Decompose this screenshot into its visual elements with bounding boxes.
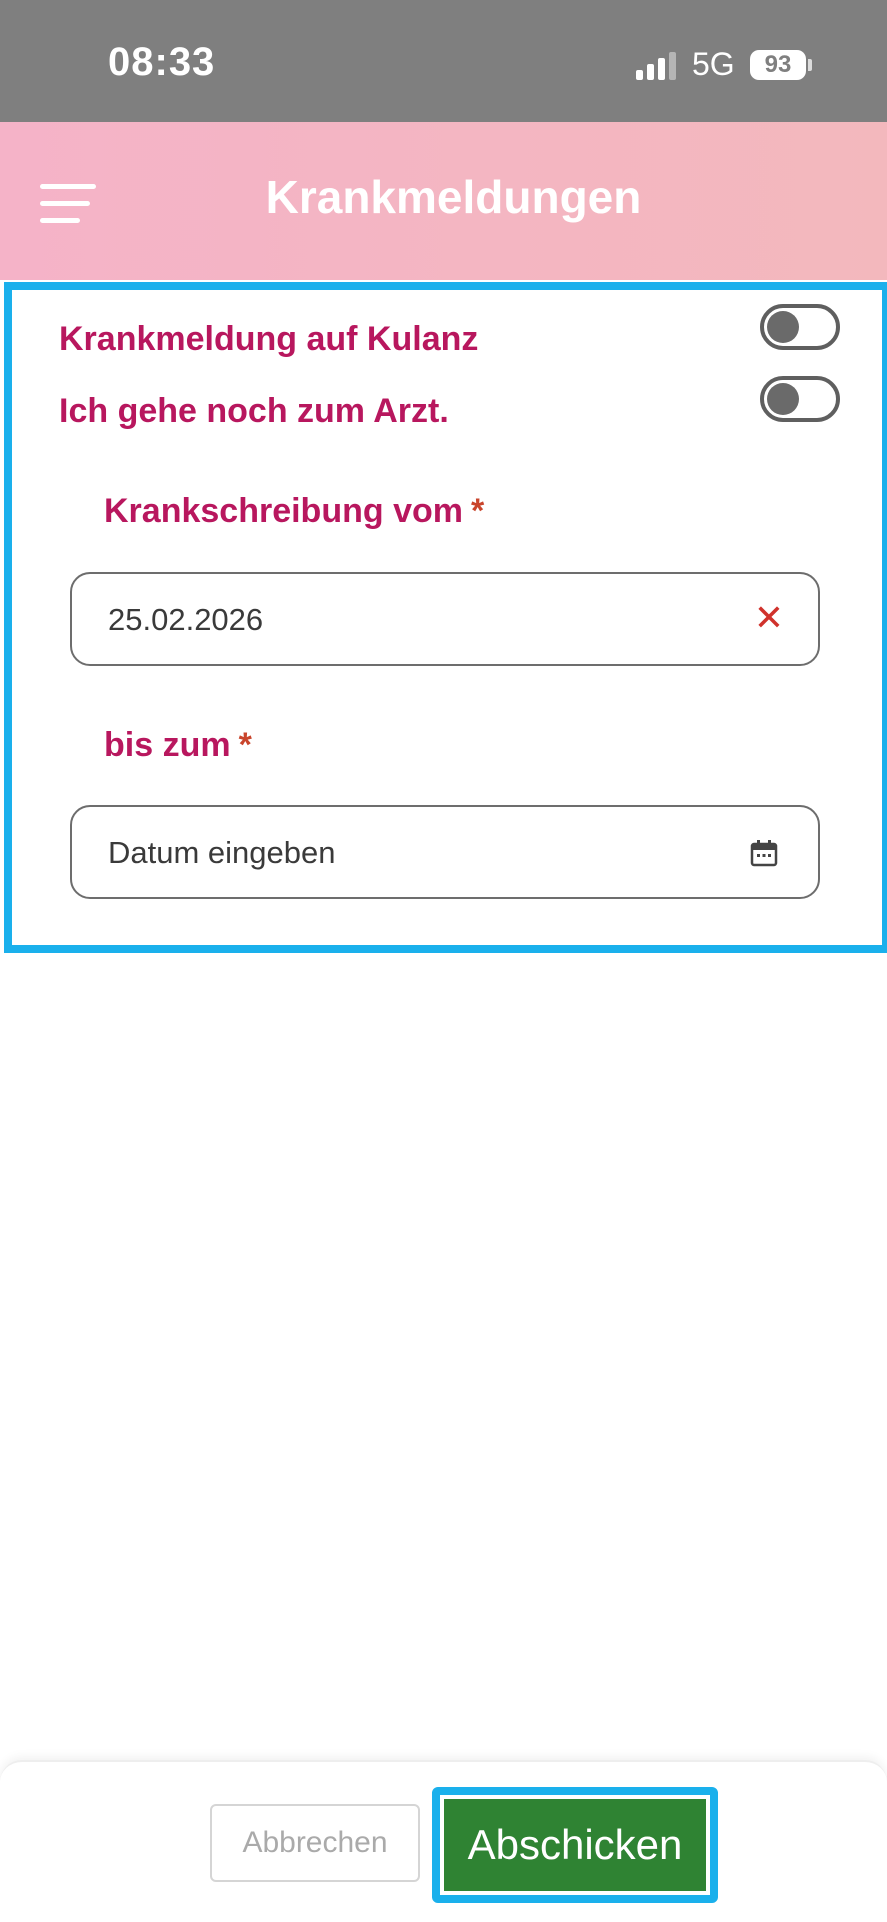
- clear-icon[interactable]: ✕: [754, 600, 784, 636]
- from-date-input[interactable]: 25.02.2026 ✕: [70, 572, 820, 666]
- to-date-input[interactable]: Datum eingeben: [70, 805, 820, 899]
- battery-tip: [808, 59, 812, 71]
- signal-icon: [636, 50, 680, 80]
- toggle-label-kulanz: Krankmeldung auf Kulanz: [59, 320, 479, 358]
- from-date-label: Krankschreibung vom *: [104, 492, 484, 531]
- page-title: Krankmeldungen: [265, 171, 642, 223]
- required-marker: *: [238, 726, 252, 764]
- battery-icon: 93: [750, 50, 806, 80]
- toggle-label-arzt: Ich gehe noch zum Arzt.: [59, 392, 449, 430]
- from-date-value: 25.02.2026: [108, 602, 264, 637]
- toggle-arzt[interactable]: [760, 376, 840, 422]
- app-header: Krankmeldungen: [0, 122, 887, 280]
- action-bar: Abbrechen Abschicken: [0, 1760, 887, 1922]
- sick-note-form: Krankmeldung auf Kulanz Ich gehe noch zu…: [4, 282, 887, 953]
- status-time: 08:33: [108, 40, 216, 84]
- calendar-icon[interactable]: [750, 839, 778, 867]
- from-date-label-text: Krankschreibung vom: [104, 492, 463, 530]
- cancel-button[interactable]: Abbrechen: [210, 1804, 420, 1882]
- toggle-knob: [767, 311, 799, 343]
- toggle-kulanz[interactable]: [760, 304, 840, 350]
- status-bar: 08:33 5G 93: [0, 0, 887, 122]
- to-date-placeholder: Datum eingeben: [108, 835, 336, 870]
- to-date-label: bis zum *: [104, 726, 252, 765]
- submit-button-highlight: Abschicken: [432, 1787, 718, 1903]
- to-date-label-text: bis zum: [104, 726, 231, 764]
- submit-button[interactable]: Abschicken: [444, 1799, 706, 1891]
- toggle-knob: [767, 383, 799, 415]
- network-type: 5G: [692, 46, 735, 82]
- required-marker: *: [470, 492, 485, 530]
